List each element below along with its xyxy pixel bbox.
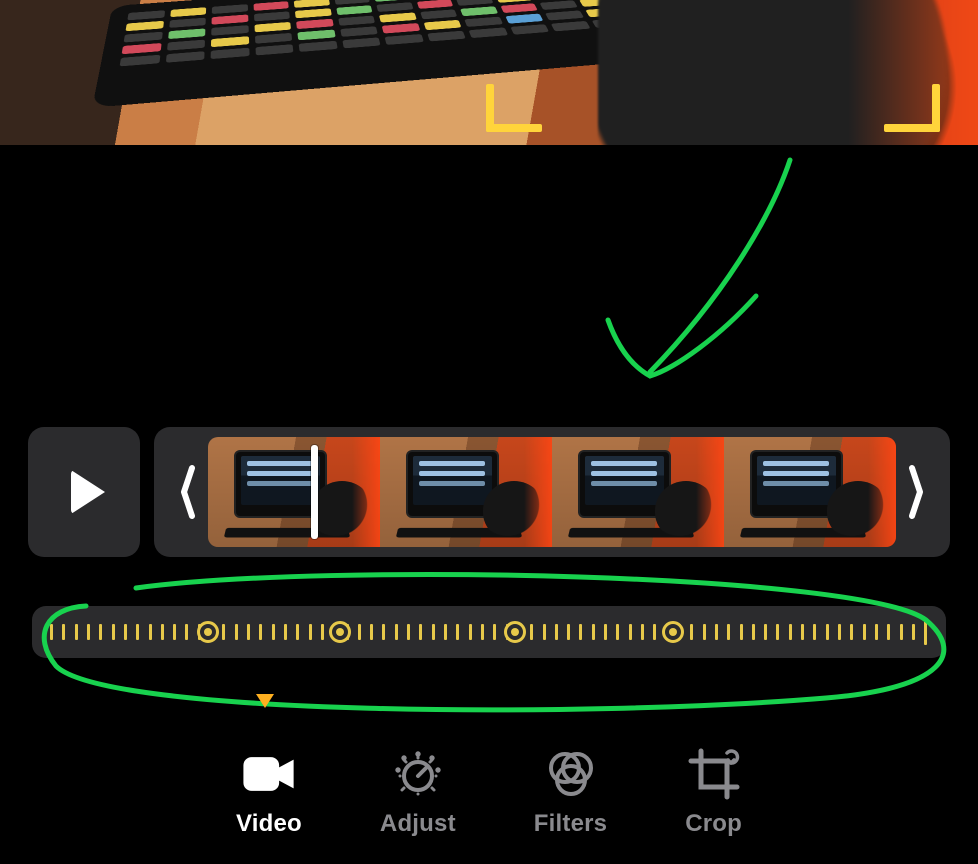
video-preview[interactable] [0, 0, 978, 145]
crop-corner-bottom-left[interactable] [486, 74, 544, 132]
speed-tick [309, 624, 312, 640]
speed-tick [887, 624, 890, 640]
editor-tabbar: Video [0, 724, 978, 864]
speed-tick [752, 624, 755, 640]
speed-tick [284, 624, 287, 640]
tab-label: Filters [534, 810, 607, 838]
speed-tick [112, 624, 115, 640]
speed-keyframe-rail[interactable] [32, 606, 946, 658]
trim-handle-left[interactable] [176, 446, 200, 538]
speed-tick [272, 624, 275, 640]
crop-icon [686, 750, 742, 798]
video-editor-root: Video [0, 0, 978, 864]
speed-tick [124, 624, 127, 640]
speed-tick [555, 624, 558, 640]
speed-tick [185, 624, 188, 640]
speed-tick [432, 624, 435, 640]
speed-tick [419, 624, 422, 640]
speed-tick [764, 624, 767, 640]
speed-tick [321, 624, 324, 640]
speed-keyframe[interactable] [662, 621, 684, 643]
speed-tick [259, 624, 262, 640]
speed-tick [875, 624, 878, 640]
speed-tick [592, 624, 595, 640]
speed-tick [87, 624, 90, 640]
speed-tick [136, 624, 139, 640]
speed-tick [727, 624, 730, 640]
speed-tick [382, 624, 385, 640]
speed-tick [99, 624, 102, 640]
speed-tick [826, 624, 829, 640]
speed-tick [50, 624, 53, 640]
playhead[interactable] [311, 445, 318, 539]
speed-tick [813, 624, 816, 640]
speed-tick [235, 624, 238, 640]
speed-keyframe[interactable] [329, 621, 351, 643]
speed-tick [370, 624, 373, 640]
speed-tick [863, 624, 866, 640]
speed-tick [690, 624, 693, 640]
speed-tick [456, 624, 459, 640]
tab-label: Video [236, 810, 302, 838]
speed-tick [641, 624, 644, 640]
speed-tick [407, 624, 410, 640]
speed-tick [924, 619, 927, 645]
speed-tick [161, 624, 164, 640]
speed-keyframe[interactable] [504, 621, 526, 643]
tab-label: Adjust [380, 810, 456, 838]
speed-tick [703, 624, 706, 640]
speed-tick [900, 624, 903, 640]
crop-corner-bottom-right[interactable] [882, 74, 940, 132]
speed-tick [444, 624, 447, 640]
speed-tick [789, 624, 792, 640]
speed-tick [579, 624, 582, 640]
speed-tick [776, 624, 779, 640]
speed-tick [530, 624, 533, 640]
play-icon [71, 470, 105, 514]
speed-tick [616, 624, 619, 640]
speed-tick [296, 624, 299, 640]
speed-tick [481, 624, 484, 640]
speed-tick [493, 624, 496, 640]
video-icon [241, 750, 297, 798]
speed-tick [469, 624, 472, 640]
speed-tick [173, 624, 176, 640]
speed-tick [653, 624, 656, 640]
speed-tick [912, 624, 915, 640]
speed-tick [395, 624, 398, 640]
clip-filmstrip[interactable] [208, 437, 896, 547]
tab-label: Crop [685, 810, 742, 838]
timeline-row [28, 427, 950, 557]
speed-tick [75, 624, 78, 640]
filmstrip-frame [380, 437, 552, 547]
speed-tick [801, 624, 804, 640]
tab-video[interactable]: Video [236, 750, 302, 838]
speed-keyframe[interactable] [197, 621, 219, 643]
speed-tick [567, 624, 570, 640]
trim-handle-right[interactable] [904, 446, 928, 538]
speed-tick [629, 624, 632, 640]
active-tab-indicator [256, 694, 274, 708]
speed-tick [247, 624, 250, 640]
speed-tick [715, 624, 718, 640]
speed-tick [838, 624, 841, 640]
speed-tick [149, 624, 152, 640]
speed-tick [604, 624, 607, 640]
timeline-scrubber[interactable] [154, 427, 950, 557]
speed-tick [222, 624, 225, 640]
play-button[interactable] [28, 427, 140, 557]
speed-tick [62, 624, 65, 640]
speed-tick [740, 624, 743, 640]
tab-crop[interactable]: Crop [685, 750, 742, 838]
speed-tick [543, 624, 546, 640]
tab-filters[interactable]: Filters [534, 750, 607, 838]
filmstrip-frame [552, 437, 724, 547]
speed-tick [358, 624, 361, 640]
tab-adjust[interactable]: Adjust [380, 750, 456, 838]
adjust-icon [390, 750, 446, 798]
filmstrip-frame [208, 437, 380, 547]
speed-tick [850, 624, 853, 640]
filters-icon [543, 750, 599, 798]
filmstrip-frame [724, 437, 896, 547]
